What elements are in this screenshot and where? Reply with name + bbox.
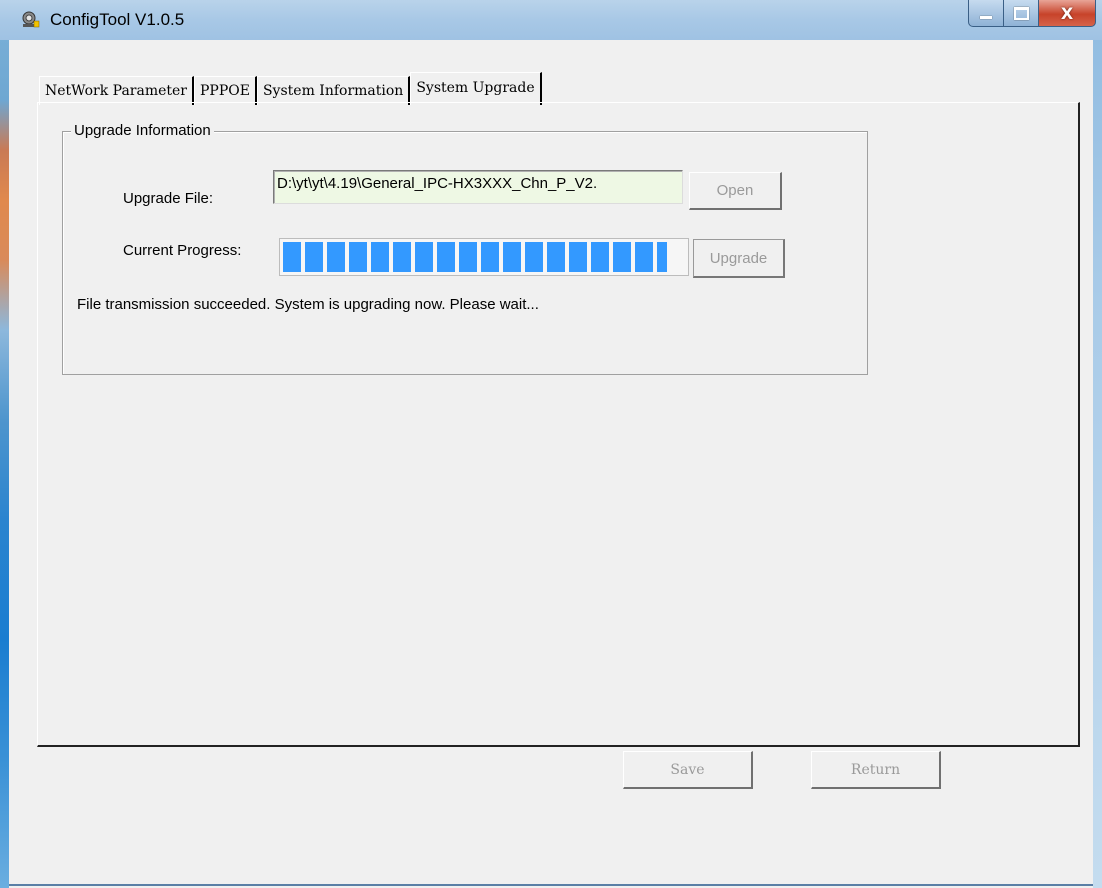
group-title: Upgrade Information [71,122,214,139]
tab-network-parameter[interactable]: NetWork Parameter [39,76,194,105]
camera-icon [22,11,40,28]
upgrade-information-group: Upgrade Information Upgrade File: D:\yt\… [62,122,868,375]
tab-system-information[interactable]: System Information [256,76,411,105]
progress-fill [283,242,667,272]
current-progress-label: Current Progress: [123,242,242,259]
desktop-background-left [0,0,9,888]
close-icon: X [1060,3,1074,23]
tab-strip: NetWork Parameter PPPOE System Informati… [39,72,542,105]
close-button[interactable]: X [1039,0,1096,27]
upgrade-file-label: Upgrade File: [123,190,214,207]
upgrade-file-field[interactable]: D:\yt\yt\4.19\General_IPC-HX3XXX_Chn_P_V… [273,170,683,204]
window-controls: X [968,0,1096,27]
window-frame-bottom [9,884,1093,886]
minimize-icon [980,15,992,19]
maximize-icon [1013,6,1029,20]
save-button[interactable]: Save [623,751,753,789]
client-area: NetWork Parameter PPPOE System Informati… [9,40,1093,888]
window-frame-right [1093,0,1102,888]
upgrade-button[interactable]: Upgrade [693,239,785,278]
maximize-button[interactable] [1004,0,1039,27]
tab-pppoe[interactable]: PPPOE [194,76,257,105]
tab-system-upgrade[interactable]: System Upgrade [410,72,542,105]
window-title: ConfigTool V1.0.5 [50,10,185,29]
return-button[interactable]: Return [811,751,941,789]
config-tool-window: ConfigTool V1.0.5 X NetWork Parameter PP… [0,0,1102,888]
upgrade-status-text: File transmission succeeded. System is u… [77,296,539,313]
title-bar[interactable]: ConfigTool V1.0.5 X [0,0,1102,40]
open-button[interactable]: Open [689,172,782,210]
tab-panel-system-upgrade: Upgrade Information Upgrade File: D:\yt\… [37,102,1080,747]
progress-bar [279,238,689,276]
minimize-button[interactable] [968,0,1004,27]
